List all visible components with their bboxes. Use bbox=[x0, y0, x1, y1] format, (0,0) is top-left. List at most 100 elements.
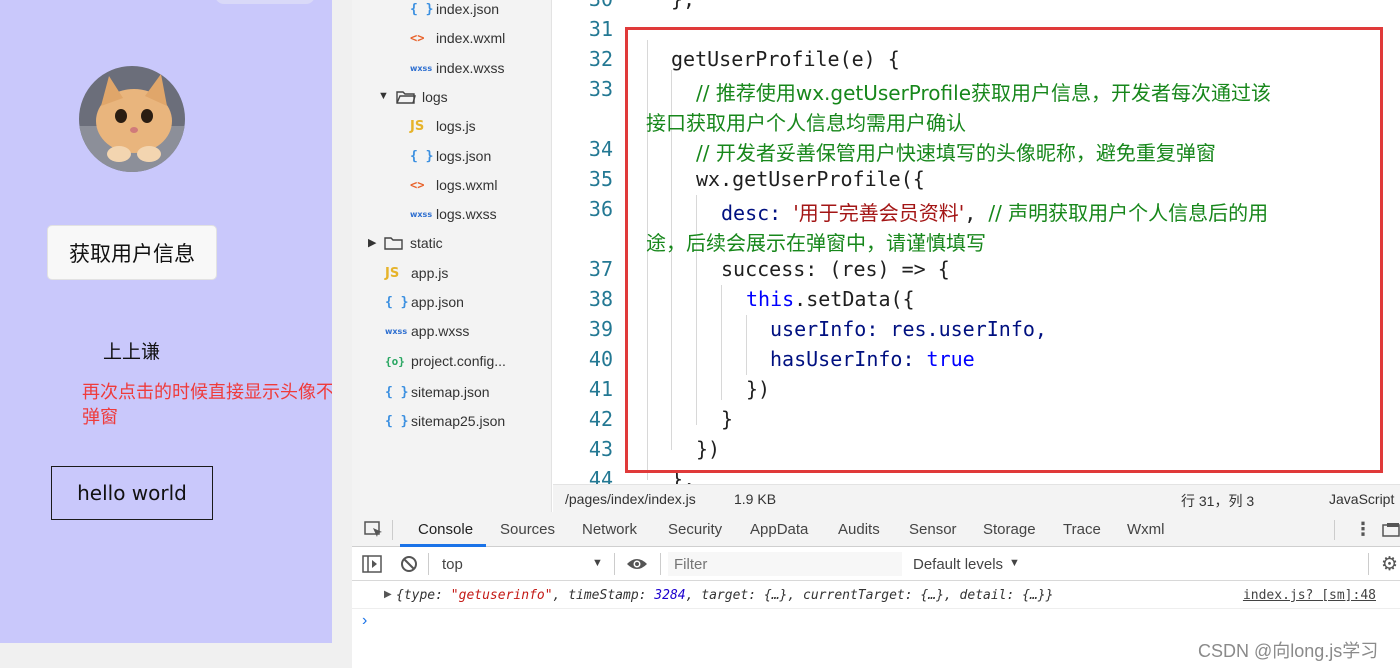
folder-item[interactable]: ▶ static bbox=[366, 231, 443, 255]
file-label: sitemap25.json bbox=[411, 413, 506, 429]
chevron-down-icon[interactable]: ▼ bbox=[378, 90, 389, 102]
hello-world-button[interactable]: hello world bbox=[51, 466, 213, 520]
line-number: 43 bbox=[588, 437, 613, 461]
file-label: index.wxss bbox=[436, 60, 505, 76]
tab-network[interactable]: Network bbox=[582, 521, 637, 538]
more-options-icon[interactable]: ⋮ bbox=[1354, 519, 1372, 540]
file-label: app.wxss bbox=[411, 323, 470, 339]
wxss-icon: wxss bbox=[385, 326, 408, 336]
tab-appdata[interactable]: AppData bbox=[750, 521, 808, 538]
log-part: , target: {…}, currentTarget: {…}, detai… bbox=[685, 588, 1054, 603]
json-icon: { } bbox=[385, 413, 409, 429]
console-log-row[interactable]: ▶ {type: "getuserinfo", timeStamp: 3284,… bbox=[352, 581, 1400, 609]
divider bbox=[614, 553, 615, 575]
tab-console[interactable]: Console bbox=[418, 521, 473, 538]
chevron-right-icon[interactable]: ▶ bbox=[368, 236, 376, 249]
cursor-position[interactable]: 行 31，列 3 bbox=[1181, 491, 1254, 511]
file-item[interactable]: { } logs.json bbox=[410, 144, 491, 168]
json-icon: { } bbox=[410, 148, 434, 164]
file-item[interactable]: <> index.wxml bbox=[410, 26, 505, 50]
chevron-down-icon[interactable]: ▼ bbox=[1009, 557, 1020, 569]
log-levels-dropdown[interactable]: Default levels bbox=[913, 556, 1003, 573]
file-item[interactable]: wxss logs.wxss bbox=[410, 202, 497, 226]
wxml-icon: <> bbox=[410, 31, 425, 45]
file-item[interactable]: {o} project.config... bbox=[385, 349, 506, 373]
file-explorer: { } index.json <> index.wxml wxss index.… bbox=[352, 0, 552, 512]
tab-sources[interactable]: Sources bbox=[500, 521, 555, 538]
line-number: 31 bbox=[588, 17, 613, 41]
config-icon: {o} bbox=[385, 354, 405, 368]
json-icon: { } bbox=[410, 1, 434, 17]
tab-audits[interactable]: Audits bbox=[838, 521, 880, 538]
top-pill bbox=[215, 0, 315, 4]
file-label: app.json bbox=[411, 294, 464, 310]
log-source-link[interactable]: index.js? [sm]:48 bbox=[1243, 588, 1376, 603]
avatar bbox=[79, 66, 185, 172]
folder-label: logs bbox=[422, 89, 448, 105]
line-number: 33 bbox=[588, 77, 613, 101]
tab-security[interactable]: Security bbox=[668, 521, 722, 538]
file-item[interactable]: wxss index.wxss bbox=[410, 56, 504, 80]
tab-storage[interactable]: Storage bbox=[983, 521, 1036, 538]
file-label: logs.js bbox=[436, 118, 476, 134]
file-label: index.wxml bbox=[436, 30, 506, 46]
file-size: 1.9 KB bbox=[734, 491, 777, 507]
simulator-screen: 获取用户信息 上上谦 再次点击的时候直接显示头像不弹窗 hello world bbox=[0, 0, 334, 643]
settings-icon[interactable]: ⚙ bbox=[1381, 553, 1398, 576]
file-item[interactable]: { } sitemap.json bbox=[385, 380, 490, 404]
nickname: 上上谦 bbox=[103, 341, 161, 363]
file-item[interactable]: { } sitemap25.json bbox=[385, 409, 505, 433]
file-item[interactable]: { } app.json bbox=[385, 290, 464, 314]
get-user-profile-button[interactable]: 获取用户信息 bbox=[47, 225, 217, 280]
line-number: 42 bbox=[588, 407, 613, 431]
tab-wxml[interactable]: Wxml bbox=[1127, 521, 1165, 538]
line-number: 37 bbox=[588, 257, 613, 281]
line-number: 41 bbox=[588, 377, 613, 401]
inspect-icon[interactable] bbox=[364, 521, 384, 544]
tab-sensor[interactable]: Sensor bbox=[909, 521, 957, 538]
file-label: logs.wxml bbox=[436, 177, 498, 193]
sidebar-toggle-icon[interactable] bbox=[362, 555, 382, 578]
language-mode[interactable]: JavaScript bbox=[1329, 491, 1394, 507]
console-prompt-icon[interactable]: › bbox=[362, 612, 367, 630]
context-select[interactable]: top bbox=[442, 556, 463, 573]
annotation-note: 再次点击的时候直接显示头像不弹窗 bbox=[82, 382, 334, 428]
js-icon: JS bbox=[410, 118, 425, 134]
folder-icon bbox=[384, 235, 410, 251]
file-item[interactable]: { } index.json bbox=[410, 0, 499, 21]
file-label: logs.json bbox=[436, 148, 492, 164]
line-number: 36 bbox=[588, 197, 613, 221]
filter-input[interactable] bbox=[668, 552, 902, 576]
wxss-icon: wxss bbox=[410, 63, 433, 73]
divider bbox=[1334, 520, 1335, 540]
eye-icon[interactable] bbox=[626, 556, 648, 577]
file-item[interactable]: <> logs.wxml bbox=[410, 173, 497, 197]
expand-arrow-icon[interactable]: ▶ bbox=[384, 589, 392, 600]
watermark: CSDN @向long.js学习 bbox=[1198, 641, 1379, 661]
devtools-tabbar: Console Sources Network Security AppData… bbox=[352, 512, 1400, 547]
file-label: app.js bbox=[411, 265, 449, 281]
clear-console-icon[interactable] bbox=[400, 555, 418, 578]
file-label: logs.wxss bbox=[436, 206, 497, 222]
line-number: 34 bbox=[588, 137, 613, 161]
file-label: project.config... bbox=[411, 353, 506, 369]
js-icon: JS bbox=[385, 265, 400, 281]
json-icon: { } bbox=[385, 384, 409, 400]
file-item[interactable]: wxss app.wxss bbox=[385, 319, 469, 343]
chevron-down-icon[interactable]: ▼ bbox=[592, 557, 603, 569]
json-icon: { } bbox=[385, 294, 409, 310]
log-part: , timeStamp: bbox=[552, 588, 655, 603]
wxml-icon: <> bbox=[410, 178, 425, 192]
file-item[interactable]: JS app.js bbox=[385, 261, 448, 285]
file-path: /pages/index/index.js bbox=[565, 491, 696, 507]
line-number: 44 bbox=[588, 467, 613, 484]
folder-label: static bbox=[410, 235, 443, 251]
console-toolbar: top ▼ Default levels ▼ ⚙ bbox=[352, 547, 1400, 581]
file-label: sitemap.json bbox=[411, 384, 490, 400]
tab-trace[interactable]: Trace bbox=[1063, 521, 1101, 538]
divider bbox=[428, 553, 429, 575]
folder-item[interactable]: ▼ logs bbox=[378, 85, 448, 109]
file-item[interactable]: JS logs.js bbox=[410, 114, 476, 138]
simulator-footer bbox=[0, 643, 352, 668]
dock-icon[interactable] bbox=[1382, 522, 1400, 543]
